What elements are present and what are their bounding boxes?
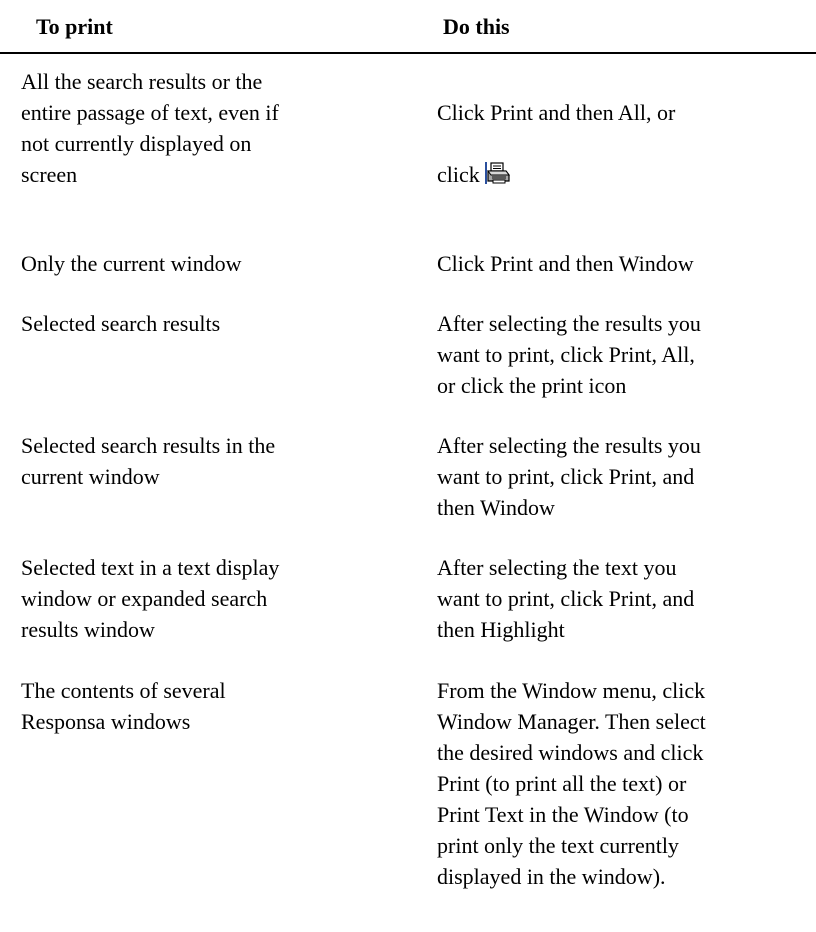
row-to-print: Only the current window <box>21 251 242 276</box>
row-to-print: Selected search results <box>21 311 221 336</box>
printer-icon[interactable] <box>484 161 510 185</box>
row-to-print: Selected text in a text display window o… <box>21 555 280 642</box>
row-to-print: The contents of several Responsa windows <box>21 678 226 734</box>
table-header: To print Do this <box>0 0 816 54</box>
header-do-this: Do this <box>443 14 510 39</box>
row-do-this: After selecting the results you want to … <box>437 311 701 398</box>
row-do-this: After selecting the text you want to pri… <box>437 555 695 642</box>
row-do-this: Click Print and then Window <box>437 251 694 276</box>
row-do-this: From the Window menu, click Window Manag… <box>437 678 706 889</box>
row-do-this-line: Click Print and then All, or <box>437 100 676 125</box>
row-to-print: Selected search results in the current w… <box>21 433 276 489</box>
row-do-this: Click Print and then All, or click <box>437 66 807 221</box>
row-do-this: After selecting the results you want to … <box>437 433 701 520</box>
print-options-table: To print Do this All the search results … <box>0 0 816 889</box>
row-do-this-text: click <box>437 162 480 187</box>
row-to-print: All the search results or the entire pas… <box>21 69 279 187</box>
header-to-print: To print <box>36 14 113 39</box>
row-do-this-line: click <box>437 159 807 190</box>
